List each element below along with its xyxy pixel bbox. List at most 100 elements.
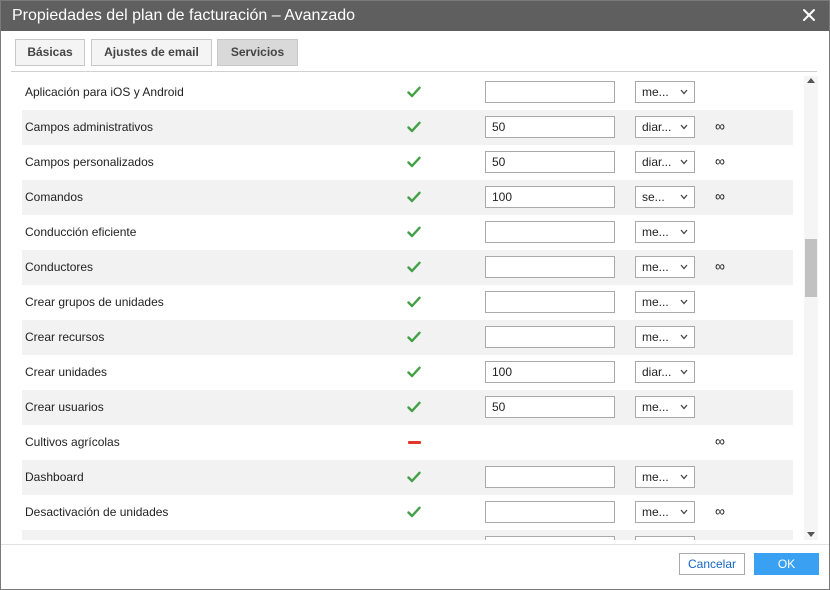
table-row: Campos administrativos diar... ∞: [22, 110, 793, 145]
check-icon[interactable]: [407, 296, 421, 308]
limit-input[interactable]: [485, 361, 615, 383]
limit-input[interactable]: [485, 501, 615, 523]
period-select-value: diar...: [642, 155, 672, 169]
ok-button[interactable]: OK: [754, 553, 819, 575]
unlimited-icon[interactable]: ∞: [715, 188, 725, 204]
scrollbar[interactable]: [804, 76, 818, 540]
table-row: Crear usuarios me...: [22, 390, 793, 425]
period-select[interactable]: diar...: [635, 151, 695, 173]
service-name: Aplicación para iOS y Android: [25, 85, 184, 99]
unlimited-icon[interactable]: ∞: [715, 118, 725, 134]
service-name: Campos personalizados: [25, 155, 154, 169]
chevron-down-icon: [680, 369, 688, 375]
title-bar: Propiedades del plan de facturación – Av…: [1, 1, 829, 31]
service-name: Dashboard: [25, 470, 84, 484]
period-select-value: diar...: [642, 120, 672, 134]
service-name: Comandos: [25, 190, 84, 204]
period-select[interactable]: me...: [635, 326, 695, 348]
table-row: Comandos se... ∞: [22, 180, 793, 215]
service-name: Campos administrativos: [25, 120, 154, 134]
period-select[interactable]: [635, 536, 695, 540]
check-icon[interactable]: [407, 331, 421, 343]
service-name: Desactivación de unidades: [25, 505, 169, 519]
chevron-down-icon: [680, 474, 688, 480]
close-icon[interactable]: [801, 7, 817, 23]
limit-input[interactable]: [485, 116, 615, 138]
check-icon[interactable]: [407, 261, 421, 273]
services-list: Aplicación para iOS y Android me... Campos…: [22, 76, 793, 540]
period-select[interactable]: diar...: [635, 116, 695, 138]
billing-plan-dialog: Propiedades del plan de facturación – Av…: [0, 0, 830, 590]
check-icon[interactable]: [407, 86, 421, 98]
unlimited-icon[interactable]: ∞: [715, 503, 725, 519]
period-select-value: diar...: [642, 365, 672, 379]
check-icon[interactable]: [407, 401, 421, 413]
chevron-down-icon: [680, 124, 688, 130]
cancel-button[interactable]: Cancelar: [679, 553, 745, 575]
period-select[interactable]: me...: [635, 221, 695, 243]
table-row: Conducción eficiente me...: [22, 215, 793, 250]
disabled-dash-icon[interactable]: [408, 441, 421, 444]
check-icon[interactable]: [407, 471, 421, 483]
service-name: Crear recursos: [25, 330, 105, 344]
period-select-value: me...: [642, 85, 669, 99]
period-select[interactable]: me...: [635, 81, 695, 103]
unlimited-icon[interactable]: ∞: [715, 153, 725, 169]
table-row: Conductores me... ∞: [22, 250, 793, 285]
table-row: Aplicación para iOS y Android me...: [22, 76, 793, 110]
dialog-footer: Cancelar OK: [1, 544, 829, 589]
scroll-down-arrow-icon[interactable]: [807, 532, 815, 537]
service-name: Cultivos agrícolas: [25, 435, 120, 449]
period-select[interactable]: me...: [635, 396, 695, 418]
check-icon[interactable]: [407, 191, 421, 203]
period-select[interactable]: me...: [635, 256, 695, 278]
limit-input[interactable]: [485, 186, 615, 208]
limit-input[interactable]: [485, 536, 615, 540]
dialog-title: Propiedades del plan de facturación – Av…: [12, 7, 356, 24]
limit-input[interactable]: [485, 221, 615, 243]
period-select[interactable]: se...: [635, 186, 695, 208]
limit-input[interactable]: [485, 326, 615, 348]
period-select-value: se...: [642, 190, 665, 204]
limit-input[interactable]: [485, 291, 615, 313]
unlimited-icon[interactable]: ∞: [715, 258, 725, 274]
table-row: Crear recursos me...: [22, 320, 793, 355]
period-select-value: me...: [642, 505, 669, 519]
limit-input[interactable]: [485, 396, 615, 418]
check-icon[interactable]: [407, 366, 421, 378]
check-icon[interactable]: [407, 121, 421, 133]
check-icon[interactable]: [407, 226, 421, 238]
tab-ajustes-email[interactable]: Ajustes de email: [91, 39, 212, 66]
period-select[interactable]: me...: [635, 291, 695, 313]
service-name: Crear unidades: [25, 365, 108, 379]
table-row: Dashboard me...: [22, 460, 793, 495]
chevron-down-icon: [680, 159, 688, 165]
tab-servicios[interactable]: Servicios: [217, 39, 298, 66]
chevron-down-icon: [680, 194, 688, 200]
chevron-down-icon: [680, 404, 688, 410]
unlimited-icon[interactable]: ∞: [715, 433, 725, 449]
limit-input[interactable]: [485, 256, 615, 278]
period-select-value: me...: [642, 260, 669, 274]
limit-input[interactable]: [485, 151, 615, 173]
service-name: Conductores: [25, 260, 94, 274]
scroll-thumb[interactable]: [805, 239, 817, 297]
period-select[interactable]: me...: [635, 466, 695, 488]
tab-basicas[interactable]: Básicas: [15, 39, 85, 66]
chevron-down-icon: [680, 509, 688, 515]
period-select[interactable]: me...: [635, 501, 695, 523]
check-icon[interactable]: [407, 506, 421, 518]
limit-input[interactable]: [485, 81, 615, 103]
chevron-down-icon: [680, 89, 688, 95]
period-select-value: me...: [642, 400, 669, 414]
table-row: [22, 530, 793, 540]
chevron-down-icon: [680, 229, 688, 235]
period-select[interactable]: diar...: [635, 361, 695, 383]
limit-input[interactable]: [485, 466, 615, 488]
check-icon[interactable]: [407, 156, 421, 168]
chevron-down-icon: [680, 334, 688, 340]
tab-divider: [11, 71, 817, 72]
scroll-up-arrow-icon[interactable]: [807, 78, 815, 83]
service-name: Crear usuarios: [25, 400, 104, 414]
period-select-value: me...: [642, 330, 669, 344]
